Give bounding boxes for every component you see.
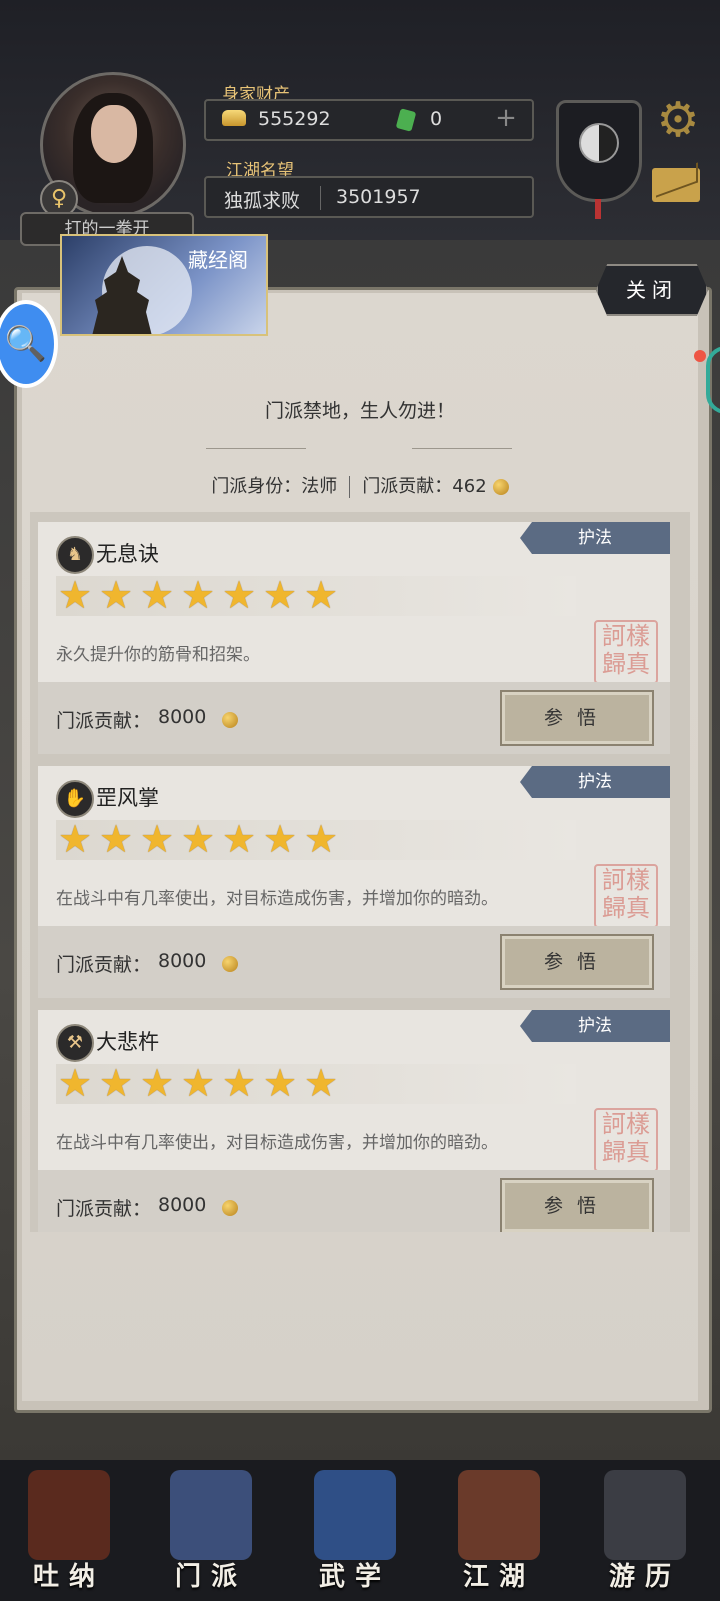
nav-art: [458, 1470, 540, 1560]
divider: [349, 476, 351, 498]
close-button[interactable]: 关闭: [596, 264, 708, 316]
skill-card: 护法 ✋ 罡风掌 ★ ★ ★ ★ ★ ★ ★ 在战斗中有几率使出，对目标造成伤害，并增加你的…: [38, 766, 670, 998]
cost-label: 门派贡献：: [56, 710, 152, 732]
nav-label: 武学: [318, 1562, 391, 1592]
dialog-title: 藏经阁: [188, 248, 248, 272]
wealth-bar: [204, 99, 534, 141]
seal-stamp: 訶樣歸真: [594, 864, 658, 928]
divider: [320, 186, 321, 210]
comprehend-button[interactable]: 参悟: [500, 690, 654, 746]
ornament-divider: [412, 448, 512, 449]
coin-icon: [222, 1200, 238, 1216]
star-icon: ★: [98, 817, 134, 861]
star-icon: ★: [221, 1061, 257, 1105]
jade-value: 0: [430, 108, 443, 130]
gold-value: 555292: [258, 108, 331, 130]
fame-title: 独孤求败: [224, 190, 301, 212]
nav-art: [604, 1470, 686, 1560]
yinyang-badge[interactable]: [556, 100, 642, 219]
star-icon: ★: [57, 573, 93, 617]
star-icon: ★: [98, 1061, 134, 1105]
star-icon: ★: [221, 817, 257, 861]
coin-icon: [222, 956, 238, 972]
star-icon: ★: [139, 1061, 175, 1105]
seal-stamp: 訶樣歸真: [594, 620, 658, 684]
star-rating: ★ ★ ★ ★ ★ ★ ★: [56, 1064, 576, 1104]
sect-contribution: 门派贡献：462: [362, 476, 487, 497]
gear-icon[interactable]: ⚙: [652, 94, 704, 146]
rank-tag: 护法: [520, 766, 670, 798]
warrior-icon: ♞: [56, 536, 94, 574]
nav-jianghu[interactable]: 江湖: [444, 1470, 554, 1598]
star-icon: ★: [303, 817, 339, 861]
fame-value: 3501957: [336, 186, 421, 208]
star-icon: ★: [221, 573, 257, 617]
nav-art: [28, 1470, 110, 1560]
star-icon: ★: [262, 817, 298, 861]
skill-description: 在战斗中有几率使出，对目标造成伤害，并增加你的暗劲。: [56, 1133, 498, 1153]
notification-dot: [694, 350, 706, 362]
comprehend-button[interactable]: 参悟: [500, 934, 654, 990]
tassel: [595, 199, 601, 219]
star-icon: ★: [57, 1061, 93, 1105]
star-rating: ★ ★ ★ ★ ★ ★ ★: [56, 576, 576, 616]
yinyang-icon: [579, 123, 619, 163]
star-icon: ★: [262, 573, 298, 617]
rank-tag: 护法: [520, 1010, 670, 1042]
nav-travel[interactable]: 游历: [590, 1470, 700, 1598]
star-icon: ★: [180, 573, 216, 617]
mail-icon[interactable]: [652, 168, 700, 202]
nav-art: [170, 1470, 252, 1560]
star-rating: ★ ★ ★ ★ ★ ★ ★: [56, 820, 576, 860]
star-icon: ★: [180, 1061, 216, 1105]
cost-value: 8000: [158, 950, 207, 972]
star-icon: ★: [139, 573, 175, 617]
nav-tuna[interactable]: 吐纳: [14, 1470, 124, 1598]
cost-label: 门派贡献：: [56, 1198, 152, 1220]
rank-tag: 护法: [520, 522, 670, 554]
pestle-icon: ⚒: [56, 1024, 94, 1062]
cost-value: 8000: [158, 706, 207, 728]
skill-description: 永久提升你的筋骨和招架。: [56, 645, 260, 665]
add-currency-button[interactable]: +: [492, 104, 520, 132]
gold-ingot-icon: [222, 110, 246, 126]
ornament-divider: [206, 448, 306, 449]
nav-label: 江湖: [462, 1562, 535, 1592]
skill-name: 大悲杵: [96, 1030, 159, 1054]
coin-icon: [222, 712, 238, 728]
sect-identity: 门派身份：法师: [211, 476, 338, 497]
seal-stamp: 訶樣歸真: [594, 1108, 658, 1172]
skill-name: 罡风掌: [96, 786, 159, 810]
nav-label: 游历: [608, 1562, 681, 1592]
comprehend-button[interactable]: 参悟: [500, 1178, 654, 1232]
nav-label: 门派: [174, 1562, 247, 1592]
cost-label: 门派贡献：: [56, 954, 152, 976]
palm-icon: ✋: [56, 780, 94, 818]
skill-name: 无息诀: [96, 542, 159, 566]
skill-description: 在战斗中有几率使出，对目标造成伤害，并增加你的暗劲。: [56, 889, 498, 909]
star-icon: ★: [262, 1061, 298, 1105]
motto-text: 门派禁地，生人勿进！: [264, 400, 455, 422]
nav-sect[interactable]: 门派: [156, 1470, 266, 1598]
nav-art: [314, 1470, 396, 1560]
star-icon: ★: [303, 573, 339, 617]
star-icon: ★: [139, 817, 175, 861]
star-icon: ★: [57, 817, 93, 861]
star-icon: ★: [98, 573, 134, 617]
nav-label: 吐纳: [32, 1562, 105, 1592]
nav-martial[interactable]: 武学: [300, 1470, 410, 1598]
star-icon: ★: [303, 1061, 339, 1105]
skill-card: 护法 ♞ 无息诀 ★ ★ ★ ★ ★ ★ ★ 永久提升你的筋骨和招架。 訶樣歸真 门派贡献：…: [38, 522, 670, 754]
avatar-face: [91, 105, 137, 163]
sect-status: 门派身份：法师 门派贡献：462: [0, 472, 720, 498]
cost-value: 8000: [158, 1194, 207, 1216]
coin-icon: [492, 479, 509, 495]
skill-list[interactable]: 护法 ♞ 无息诀 ★ ★ ★ ★ ★ ★ ★ 永久提升你的筋骨和招架。 訶樣歸真 门派贡献：…: [30, 512, 690, 1232]
star-icon: ★: [180, 817, 216, 861]
skill-card: 护法 ⚒ 大悲杵 ★ ★ ★ ★ ★ ★ ★ 在战斗中有几率使出，对目标造成伤害，并增加你的…: [38, 1010, 670, 1232]
